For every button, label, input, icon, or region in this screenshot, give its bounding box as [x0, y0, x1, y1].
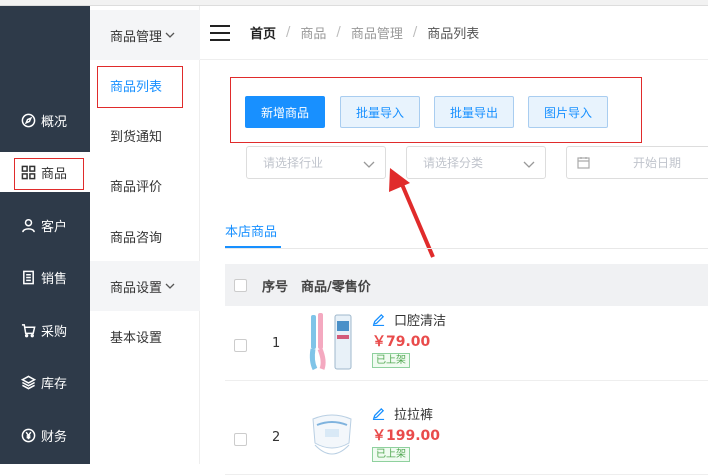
nav-item-finance[interactable]: 财务: [0, 415, 90, 455]
table-row: 1 口腔清洁 ￥79.00 已上架: [225, 306, 708, 381]
tab-divider: [225, 248, 708, 249]
nav-item-customers[interactable]: 客户: [0, 205, 90, 245]
chevron-down-icon: [523, 158, 535, 168]
image-import-button[interactable]: 图片导入: [528, 96, 608, 128]
subnav-group-product-settings[interactable]: 商品设置: [90, 261, 200, 311]
industry-select-placeholder: 请选择行业: [263, 156, 324, 170]
subnav-group-label: 商品设置: [110, 280, 163, 296]
page-header: 首页 / 商品 / 商品管理 / 商品列表: [200, 6, 708, 60]
subnav-item-product-inquiries[interactable]: 商品咨询: [90, 211, 200, 261]
batch-export-button[interactable]: 批量导出: [434, 96, 514, 128]
subnav-group-label: 商品管理: [110, 29, 163, 45]
nav-item-label: 财务: [41, 429, 68, 445]
breadcrumb-separator: /: [412, 25, 418, 40]
subnav-item-label: 基本设置: [110, 330, 163, 346]
product-name: 拉拉裤: [394, 408, 434, 423]
row-index: 2: [272, 430, 281, 445]
product-thumbnail-diaper[interactable]: [305, 405, 360, 467]
layers-icon: [20, 374, 36, 390]
nav-item-label: 销售: [41, 271, 68, 287]
tab-store-products[interactable]: 本店商品: [225, 221, 277, 240]
cart-icon: [20, 322, 36, 338]
table-header: 序号 商品/零售价: [225, 264, 708, 306]
nav-item-sales[interactable]: 销售: [0, 257, 90, 297]
main-content: 新增商品 批量导入 批量导出 图片导入 请选择行业 请选择分类 开始日期 本店商…: [200, 60, 708, 475]
subnav-group-product-management[interactable]: 商品管理: [90, 10, 200, 60]
row-index: 1: [272, 336, 281, 351]
compass-icon: [20, 112, 36, 128]
breadcrumb-product-list: 商品列表: [427, 27, 480, 42]
nav-item-overview[interactable]: 概况: [0, 100, 90, 140]
product-price: ￥79.00: [372, 334, 431, 350]
nav-item-inventory[interactable]: 库存: [0, 362, 90, 402]
start-date-placeholder: 开始日期: [633, 156, 682, 170]
annotation-box-toolbar: 新增商品 批量导入 批量导出 图片导入: [230, 77, 642, 143]
start-date-input[interactable]: 开始日期: [566, 146, 708, 179]
product-name-link[interactable]: 口腔清洁: [372, 310, 446, 329]
batch-import-button[interactable]: 批量导入: [340, 96, 420, 128]
add-product-button[interactable]: 新增商品: [245, 96, 325, 128]
chevron-down-icon: [165, 281, 175, 291]
subnav-item-label: 商品咨询: [110, 230, 163, 246]
subnav-item-product-reviews[interactable]: 商品评价: [90, 160, 200, 210]
annotation-arrow: [389, 168, 435, 258]
breadcrumb-separator: /: [336, 25, 341, 40]
column-header-index: 序号: [262, 279, 289, 295]
annotation-box-product-list: [97, 66, 183, 108]
breadcrumb-products[interactable]: 商品: [300, 23, 326, 42]
nav-item-label: 概况: [41, 114, 68, 130]
nav-item-label: 库存: [41, 376, 68, 392]
status-badge: 已上架: [372, 353, 410, 368]
user-icon: [20, 217, 36, 233]
product-name-link[interactable]: 拉拉裤: [372, 404, 433, 423]
nav-item-label: 采购: [41, 324, 68, 340]
breadcrumb-home[interactable]: 首页: [250, 23, 276, 42]
row-checkbox[interactable]: [234, 433, 247, 446]
breadcrumb-separator: /: [286, 25, 291, 40]
annotation-box-products: [14, 158, 84, 190]
edit-pencil-icon[interactable]: [372, 313, 386, 327]
select-all-checkbox[interactable]: [234, 278, 247, 292]
hamburger-menu-icon[interactable]: [210, 24, 230, 41]
subnav-item-arrival-notice[interactable]: 到货通知: [90, 110, 200, 160]
nav-item-label: 客户: [41, 219, 68, 235]
product-name: 口腔清洁: [394, 314, 447, 329]
column-header-product: 商品/零售价: [301, 279, 371, 295]
main-sidebar: 概况 商品 客户 销售 采购 库存 财务: [0, 6, 90, 464]
subnav-item-label: 商品评价: [110, 179, 163, 195]
product-price: ￥199.00: [372, 428, 441, 444]
edit-pencil-icon[interactable]: [372, 407, 386, 421]
yen-icon: [20, 427, 36, 443]
product-thumbnail-toothbrush[interactable]: [305, 311, 360, 373]
nav-item-purchase[interactable]: 采购: [0, 310, 90, 350]
chevron-down-icon: [363, 158, 375, 168]
chevron-down-icon: [165, 30, 175, 40]
subnav-item-label: 到货通知: [110, 129, 163, 145]
industry-select[interactable]: 请选择行业: [246, 146, 386, 179]
row-checkbox[interactable]: [234, 339, 247, 352]
breadcrumb-product-management[interactable]: 商品管理: [351, 23, 403, 42]
document-icon: [20, 269, 36, 285]
subnav-item-basic-settings[interactable]: 基本设置: [90, 311, 200, 361]
calendar-icon: [577, 156, 590, 169]
status-badge: 已上架: [372, 447, 410, 462]
